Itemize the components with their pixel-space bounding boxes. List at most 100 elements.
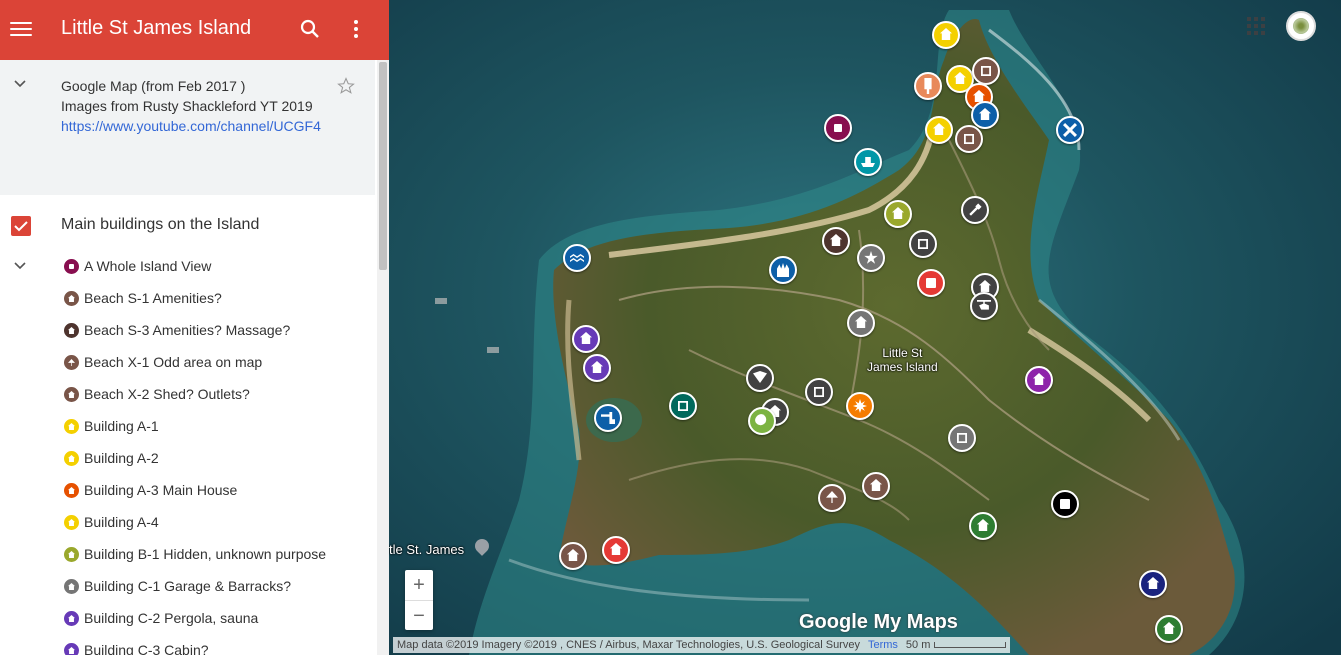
marker-purple-house[interactable] [1025, 366, 1053, 394]
terms-link[interactable]: Terms [868, 639, 898, 651]
map-attribution: Map data ©2019 Imagery ©2019 , CNES / Ai… [393, 637, 1011, 653]
marker-helipad[interactable] [970, 292, 998, 320]
description-line-2: Images from Rusty Shackleford YT 2019 [61, 98, 313, 114]
list-item[interactable]: Building A-1 [0, 410, 375, 442]
list-item[interactable]: Beach X-2 Shed? Outlets? [0, 378, 375, 410]
marker-search-point[interactable] [748, 407, 776, 435]
marker-building-b1[interactable] [884, 200, 912, 228]
marker-gray-square[interactable] [909, 230, 937, 258]
apps-grid-icon[interactable] [1247, 17, 1265, 35]
umbrella-icon [64, 355, 79, 370]
marker-teal-square[interactable] [669, 392, 697, 420]
marker-beach-s1[interactable] [862, 472, 890, 500]
scrollbar-thumb[interactable] [379, 62, 387, 270]
list-item[interactable]: Beach X-1 Odd area on map [0, 346, 375, 378]
marker-sun[interactable] [846, 392, 874, 420]
marker-beach-s3[interactable] [822, 227, 850, 255]
marker-dark-square[interactable] [805, 378, 833, 406]
marker-beach-shed[interactable] [972, 57, 1000, 85]
list-item[interactable]: Building C-2 Pergola, sauna [0, 602, 375, 634]
layer-checkbox[interactable] [11, 216, 31, 236]
marker-green-house-2[interactable] [1155, 615, 1183, 643]
marker-boat-dock[interactable] [854, 148, 882, 176]
house-icon [64, 515, 79, 530]
layer-item-list: A Whole Island View Beach S-1 Amenities? B… [0, 250, 375, 655]
house-icon [64, 419, 79, 434]
marker-brown-square[interactable] [955, 125, 983, 153]
zoom-in-button[interactable]: + [405, 570, 433, 600]
list-item[interactable]: Beach S-3 Amenities? Massage? [0, 314, 375, 346]
scale-bar [934, 642, 1007, 649]
marker-workshop[interactable] [961, 196, 989, 224]
list-item-label: Building C-2 Pergola, sauna [84, 610, 259, 626]
marker-navy-house[interactable] [1139, 570, 1167, 598]
list-item-label: Beach S-3 Amenities? Massage? [84, 322, 291, 338]
app-header: Little St James Island [0, 0, 389, 60]
list-item-label: A Whole Island View [84, 258, 212, 274]
list-item[interactable]: Building A-2 [0, 442, 375, 474]
marker-gray-square-2[interactable] [948, 424, 976, 452]
marker-blue-station[interactable] [769, 256, 797, 284]
house-icon [64, 323, 79, 338]
more-vert-icon[interactable] [348, 17, 364, 41]
list-item-label: Beach S-1 Amenities? [84, 290, 222, 306]
marker-building-c1[interactable] [847, 309, 875, 337]
house-icon [64, 611, 79, 626]
marker-water-tap[interactable] [594, 404, 622, 432]
marker-pool[interactable] [563, 244, 591, 272]
house-icon [64, 483, 79, 498]
description-link[interactable]: https://www.youtube.com/channel/UCGF4 [61, 116, 323, 136]
list-item-label: Beach X-1 Odd area on map [84, 354, 263, 370]
marker-whole-island-view[interactable] [824, 114, 852, 142]
place-label-line-2: James Island [867, 360, 938, 374]
search-icon[interactable] [298, 17, 322, 41]
marker-building-a1[interactable] [932, 21, 960, 49]
list-item-label: Building C-1 Garage & Barracks? [84, 578, 291, 594]
marker-beach-x1[interactable] [818, 484, 846, 512]
map-view[interactable]: Little St James Island tle St. James + −… [389, 0, 1341, 655]
marker-red-building[interactable] [602, 536, 630, 564]
marker-red-square[interactable] [917, 269, 945, 297]
marker-x-point[interactable] [1056, 116, 1084, 144]
avatar[interactable] [1286, 11, 1316, 41]
map-description: Google Map (from Feb 2017 ) Images from … [0, 60, 375, 195]
list-item[interactable]: Building B-1 Hidden, unknown purpose [0, 538, 375, 570]
list-item[interactable]: Building C-3 Cabin? [0, 634, 375, 655]
star-icon[interactable] [337, 77, 355, 95]
marker-beach-x2[interactable] [559, 542, 587, 570]
list-item[interactable]: Building A-4 [0, 506, 375, 538]
marker-green-house[interactable] [969, 512, 997, 540]
layer-title: Main buildings on the Island [61, 216, 260, 233]
list-item-label: Building A-2 [84, 450, 159, 466]
list-item[interactable]: A Whole Island View [0, 250, 375, 282]
list-item-label: Building A-1 [84, 418, 159, 434]
marker-building-c2[interactable] [572, 325, 600, 353]
marker-building-a4[interactable] [925, 116, 953, 144]
sidebar-scrollbar[interactable] [377, 60, 389, 655]
list-item[interactable]: Beach S-1 Amenities? [0, 282, 375, 314]
house-icon [64, 547, 79, 562]
marker-wifi[interactable] [746, 364, 774, 392]
marker-building-c3[interactable] [583, 354, 611, 382]
list-item-label: Building A-4 [84, 514, 159, 530]
house-icon [64, 291, 79, 306]
list-item[interactable]: Building C-1 Garage & Barracks? [0, 570, 375, 602]
list-item-label: Building A-3 Main House [84, 482, 238, 498]
side-place-label: tle St. James [389, 542, 465, 557]
scale-label: 50 m [905, 639, 931, 651]
list-item-label: Beach X-2 Shed? Outlets? [84, 386, 250, 402]
list-item[interactable]: Building A-3 Main House [0, 474, 375, 506]
house-icon [64, 643, 79, 655]
chevron-down-icon[interactable] [12, 258, 28, 274]
house-icon [64, 451, 79, 466]
menu-icon[interactable] [10, 18, 32, 40]
chevron-down-icon[interactable] [12, 76, 28, 92]
marker-blue-house[interactable] [971, 101, 999, 129]
marker-star[interactable] [857, 244, 885, 272]
place-label-line-1: Little St [882, 346, 923, 360]
marker-black-square[interactable] [1051, 490, 1079, 518]
zoom-out-button[interactable]: − [405, 601, 433, 631]
marker-food[interactable] [914, 72, 942, 100]
island-place-label: Little St James Island [867, 346, 938, 374]
list-item-label: Building B-1 Hidden, unknown purpose [84, 546, 327, 562]
